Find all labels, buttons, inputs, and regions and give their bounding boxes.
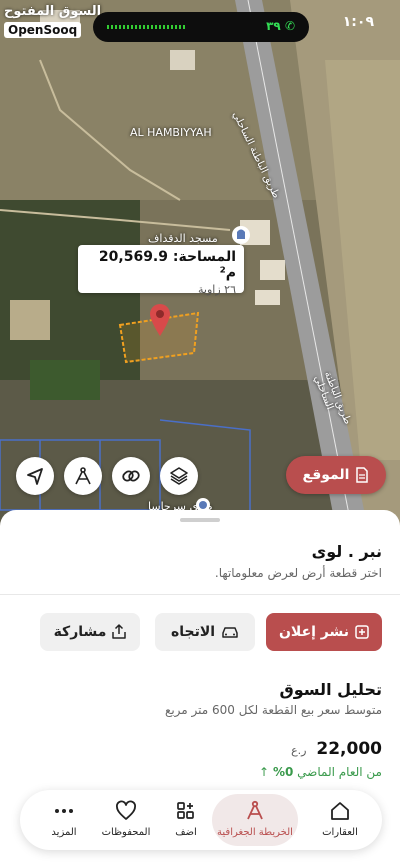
tab-more[interactable]: المزيد xyxy=(28,790,100,850)
more-icon xyxy=(55,809,73,813)
parcel-angles-text: ٢٦ زاوية xyxy=(198,283,236,296)
copy-link-button[interactable] xyxy=(112,457,150,495)
price-change: من العام الماضي 0% ↑ xyxy=(259,765,382,779)
price-currency: ر.ع xyxy=(291,744,307,757)
share-icon xyxy=(112,624,127,639)
area-title: نبر . لوى xyxy=(311,542,382,561)
call-timer: ٣٩ xyxy=(266,19,281,33)
add-grid-icon xyxy=(177,802,194,819)
compass-draw-icon xyxy=(75,467,91,485)
location-button[interactable]: الموقع xyxy=(286,456,386,494)
map-layers-button[interactable] xyxy=(160,457,198,495)
bottom-tab-bar: العقارات الخريطة الجغرافية اضف المحفوظات… xyxy=(20,790,382,850)
add-box-icon xyxy=(355,625,369,639)
post-ad-label: نشر إعلان xyxy=(278,624,350,640)
share-button[interactable]: مشاركة xyxy=(40,613,140,651)
divider xyxy=(0,594,400,595)
link-icon xyxy=(122,470,140,482)
mosque-icon[interactable] xyxy=(232,226,250,244)
market-analysis-subtitle: متوسط سعر بيع القطعة لكل 600 متر مربع xyxy=(164,703,382,717)
heart-icon xyxy=(116,800,136,820)
tab-label: الخريطة الجغرافية xyxy=(217,827,293,838)
market-analysis-title: تحليل السوق xyxy=(279,680,382,699)
parcel-area-text: المساحة: 20,569.9 م² xyxy=(98,249,236,281)
call-indicator: ٣٩ ✆ xyxy=(266,19,295,33)
price-value: 22,000 xyxy=(316,739,382,759)
status-time: ١:٠٩ xyxy=(342,14,374,30)
navigation-arrow-icon xyxy=(27,468,43,485)
parcel-area-tooltip: المساحة: 20,569.9 م² ٢٦ زاوية xyxy=(78,245,244,296)
phone-icon: ✆ xyxy=(284,19,295,33)
location-button-label: الموقع xyxy=(302,467,350,483)
directions-label: الاتجاه xyxy=(170,624,216,640)
measure-button[interactable] xyxy=(64,457,102,495)
dynamic-island-call[interactable]: ٣٩ ✆ xyxy=(93,12,309,42)
car-icon xyxy=(222,627,238,638)
share-label: مشاركة xyxy=(53,624,107,640)
directions-button[interactable]: الاتجاه xyxy=(155,613,255,651)
watermark-arabic: السوق المفتوح xyxy=(4,4,102,19)
arrow-up-icon: ↑ xyxy=(259,765,270,779)
watermark-english: OpenSooq xyxy=(4,22,82,38)
map-compass-icon xyxy=(247,800,263,820)
call-waveform-icon xyxy=(107,25,187,29)
my-location-button[interactable] xyxy=(16,457,54,495)
tab-geo-map[interactable]: الخريطة الجغرافية xyxy=(212,794,298,846)
post-ad-button[interactable]: نشر إعلان xyxy=(266,613,382,651)
tab-label: المزيد xyxy=(51,827,77,838)
layers-icon xyxy=(170,467,188,485)
change-label: من العام الماضي xyxy=(297,765,382,779)
tab-label: العقارات xyxy=(322,827,358,838)
tab-saved[interactable]: المحفوظات xyxy=(90,790,162,850)
mosque-label: مسجد الدقداف xyxy=(148,232,218,245)
area-subtitle: اختر قطعة أرض لعرض معلوماتها. xyxy=(214,566,382,580)
tab-properties[interactable]: العقارات xyxy=(304,790,376,850)
place-name-label: AL HAMBIYYAH xyxy=(130,126,212,139)
bottom-sheet[interactable]: نبر . لوى اختر قطعة أرض لعرض معلوماتها. … xyxy=(0,510,400,867)
parcel-pin-icon[interactable] xyxy=(148,303,172,337)
document-icon xyxy=(356,467,369,483)
sheet-drag-handle[interactable] xyxy=(180,518,220,522)
change-value: 0% xyxy=(272,765,294,779)
opensooq-watermark: السوق المفتوح OpenSooq xyxy=(4,4,101,38)
average-price: 22,000 ر.ع xyxy=(291,739,382,759)
tab-label: المحفوظات xyxy=(101,827,151,838)
home-icon xyxy=(331,802,349,820)
